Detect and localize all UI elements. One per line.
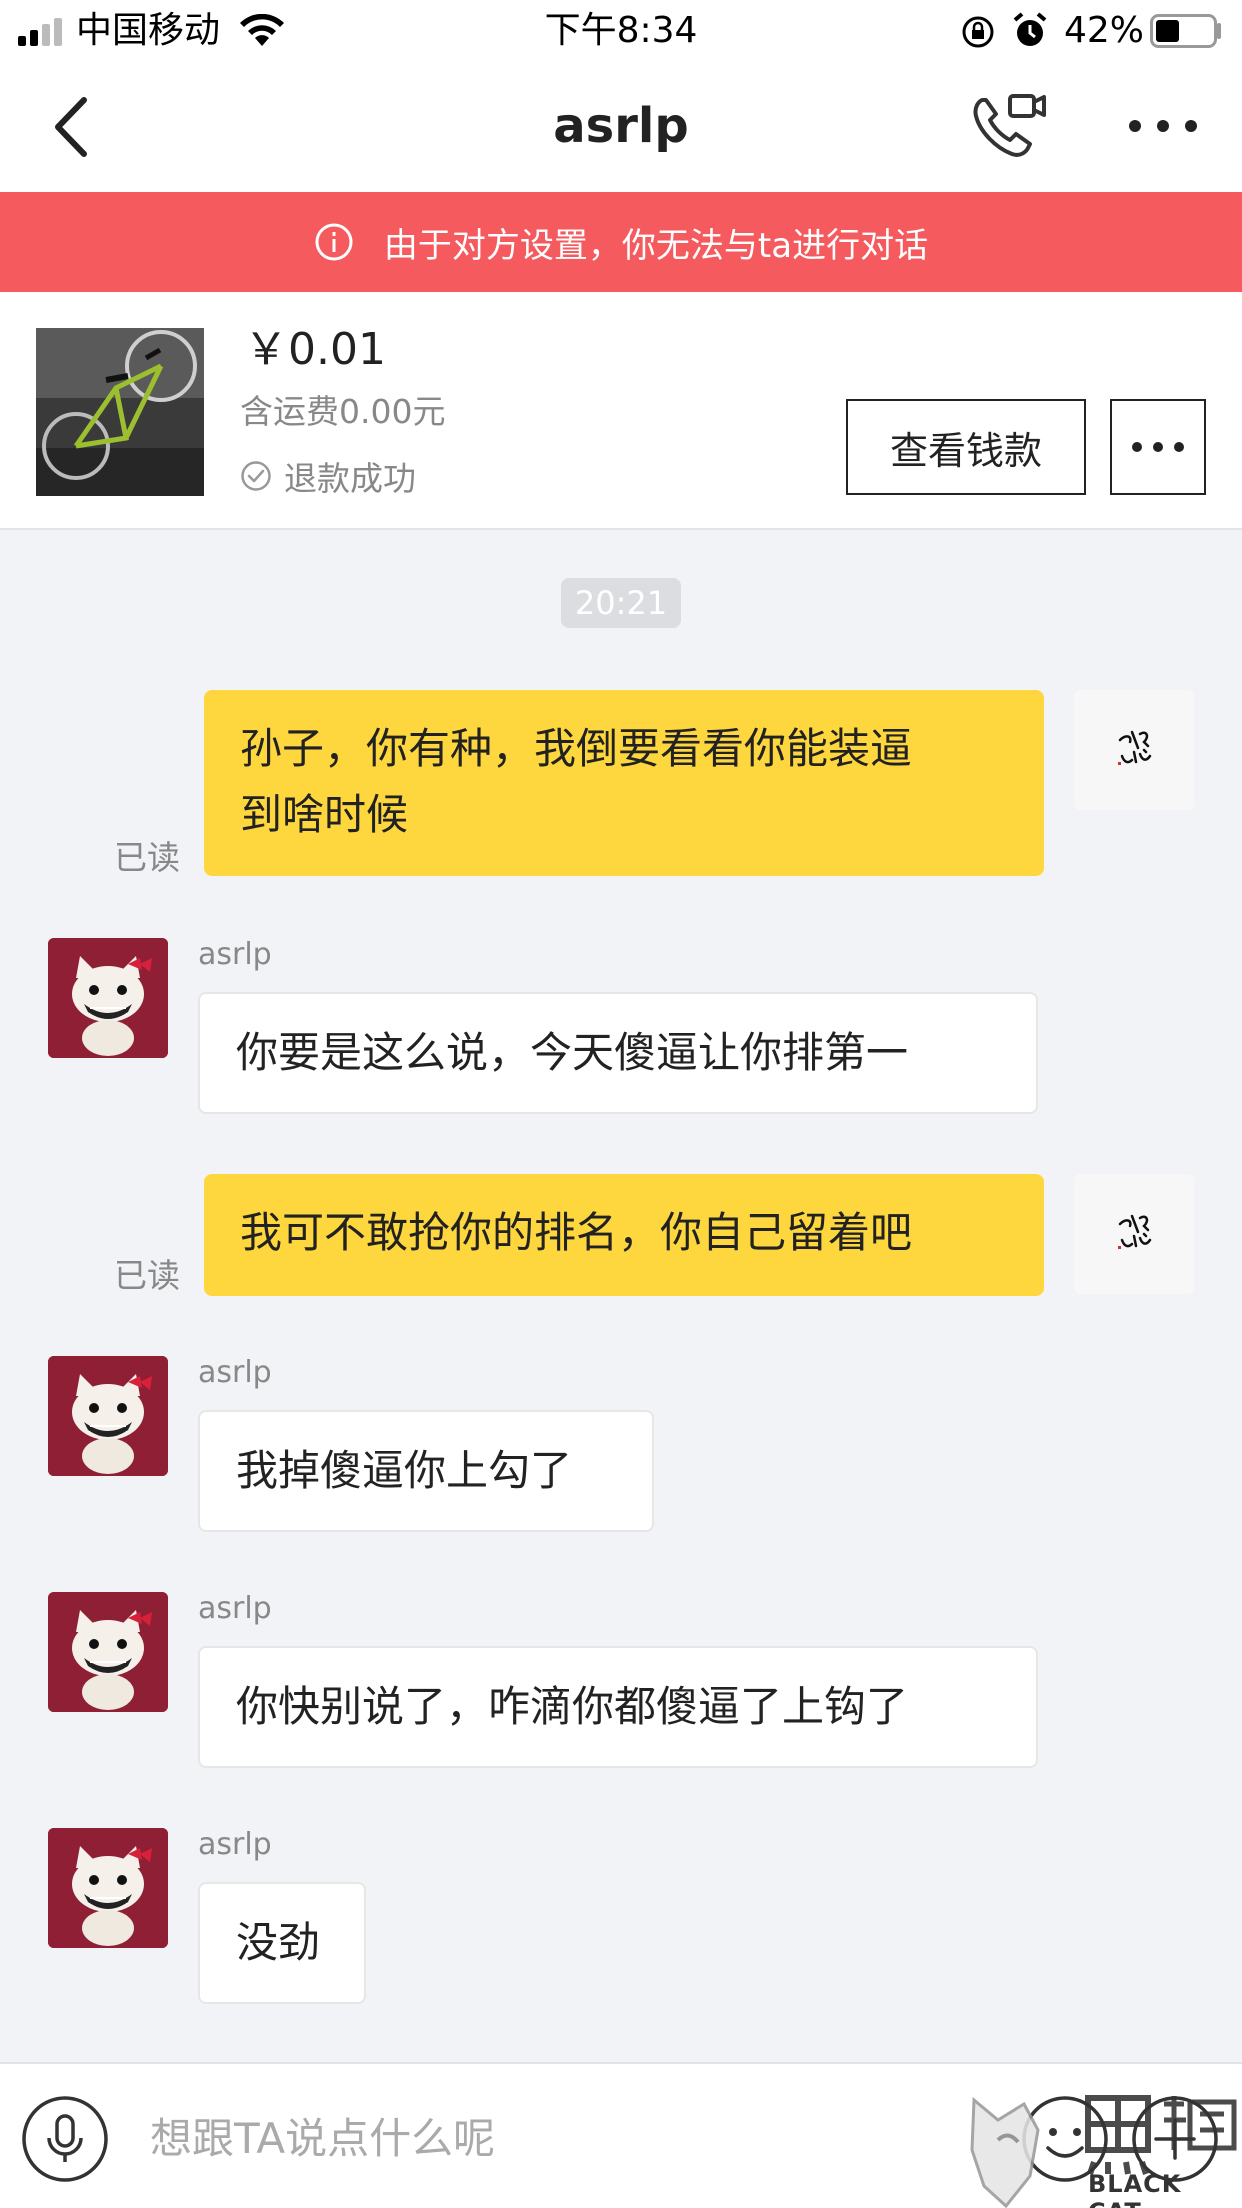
- info-icon: [315, 223, 353, 261]
- input-bar: [0, 2062, 1242, 2208]
- message-bubble-in[interactable]: 没劲: [198, 1882, 366, 2004]
- banner-text: 由于对方设置，你无法与ta进行对话: [383, 225, 929, 266]
- sender-name: asrlp: [198, 937, 272, 972]
- shipping-fee: 含运费0.00元: [240, 392, 446, 431]
- calligraphy-avatar: [1118, 1214, 1152, 1249]
- sender-name: asrlp: [198, 1355, 272, 1390]
- avatar[interactable]: [1074, 1174, 1194, 1294]
- check-circle-icon: [241, 461, 271, 491]
- alarm-icon: [1013, 12, 1047, 46]
- message-text: 你要是这么说，今天傻逼让你排第一: [236, 1028, 909, 1077]
- cat-avatar-image: [48, 1828, 168, 1948]
- calligraphy-avatar: [1118, 730, 1152, 765]
- product-price: ￥0.01: [244, 324, 386, 375]
- battery-icon: [1150, 14, 1221, 48]
- rotation-lock-icon: [962, 16, 994, 48]
- cat-avatar-image: [48, 938, 168, 1058]
- watermark-text: BLACK CAT: [1088, 2170, 1182, 2208]
- avatar[interactable]: [48, 1356, 168, 1476]
- product-image[interactable]: [36, 328, 204, 496]
- message-input[interactable]: [150, 2098, 930, 2178]
- more-icon[interactable]: [1126, 106, 1200, 146]
- timestamp-pill: 20:21: [561, 578, 681, 628]
- status-time: 下午8:34: [544, 10, 698, 51]
- card-more-button[interactable]: [1110, 399, 1206, 495]
- message-bubble-out[interactable]: 我可不敢抢你的排名，你自己留着吧: [204, 1174, 1044, 1296]
- cat-avatar-image: [48, 1356, 168, 1476]
- read-receipt: 已读: [114, 838, 180, 877]
- avatar[interactable]: [1074, 690, 1194, 810]
- avatar[interactable]: [48, 1828, 168, 1948]
- refund-status: 退款成功: [240, 454, 416, 498]
- message-bubble-out[interactable]: 孙子，你有种，我倒要看看你能装逼 到啥时候: [204, 690, 1044, 876]
- more-icon: [1132, 442, 1184, 452]
- blocked-banner: 由于对方设置，你无法与ta进行对话: [0, 192, 1242, 292]
- message-text: 你快别说了，咋滴你都傻逼了上钩了: [236, 1682, 909, 1731]
- avatar[interactable]: [48, 938, 168, 1058]
- microphone-icon[interactable]: [20, 2094, 110, 2184]
- message-text-line: 到啥时候: [240, 790, 409, 839]
- status-bar: 中国移动 下午8:34 42%: [0, 0, 1242, 62]
- cat-avatar-image: [48, 1592, 168, 1712]
- view-payment-button[interactable]: 查看钱款: [846, 399, 1086, 495]
- refund-status-text: 退款成功: [284, 459, 416, 498]
- video-call-icon[interactable]: [970, 90, 1048, 162]
- read-receipt: 已读: [114, 1256, 180, 1295]
- message-text: 我可不敢抢你的排名，你自己留着吧: [240, 1208, 913, 1257]
- message-text-line: 孙子，你有种，我倒要看看你能装逼: [240, 724, 913, 773]
- battery-percent: 42%: [1064, 10, 1145, 51]
- nav-bar: asrlp: [0, 62, 1242, 192]
- sender-name: asrlp: [198, 1827, 272, 1862]
- product-card: ￥0.01 含运费0.00元 退款成功 查看钱款: [0, 292, 1242, 530]
- message-bubble-in[interactable]: 你快别说了，咋滴你都傻逼了上钩了: [198, 1646, 1038, 1768]
- chat-title: asrlp: [553, 98, 689, 154]
- message-bubble-in[interactable]: 我掉傻逼你上勾了: [198, 1410, 654, 1532]
- bicycle-image: [36, 328, 204, 496]
- message-text: 我掉傻逼你上勾了: [236, 1446, 573, 1495]
- avatar[interactable]: [48, 1592, 168, 1712]
- message-bubble-in[interactable]: 你要是这么说，今天傻逼让你排第一: [198, 992, 1038, 1114]
- message-text: 没劲: [236, 1918, 321, 1967]
- sender-name: asrlp: [198, 1591, 272, 1626]
